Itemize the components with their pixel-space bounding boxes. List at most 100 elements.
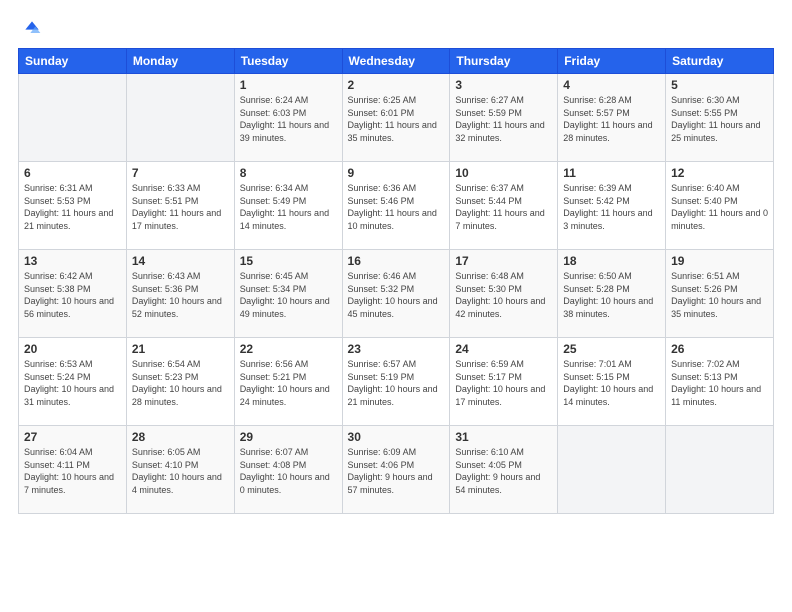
- day-info: Sunrise: 6:34 AM Sunset: 5:49 PM Dayligh…: [240, 182, 337, 232]
- calendar-cell: 30 Sunrise: 6:09 AM Sunset: 4:06 PM Dayli…: [342, 426, 450, 514]
- day-number: 30: [348, 430, 445, 444]
- calendar-cell: 16 Sunrise: 6:46 AM Sunset: 5:32 PM Dayli…: [342, 250, 450, 338]
- day-info: Sunrise: 6:46 AM Sunset: 5:32 PM Dayligh…: [348, 270, 445, 320]
- day-number: 22: [240, 342, 337, 356]
- calendar-header-row: SundayMondayTuesdayWednesdayThursdayFrid…: [19, 49, 774, 74]
- calendar-cell: 19 Sunrise: 6:51 AM Sunset: 5:26 PM Dayli…: [666, 250, 774, 338]
- day-number: 1: [240, 78, 337, 92]
- calendar-cell: 22Sunrise: 6:56 AM Sunset: 5:21 PM Dayli…: [234, 338, 342, 426]
- page: SundayMondayTuesdayWednesdayThursdayFrid…: [0, 0, 792, 612]
- calendar-cell: 11Sunrise: 6:39 AM Sunset: 5:42 PM Dayli…: [558, 162, 666, 250]
- day-number: 28: [132, 430, 229, 444]
- calendar-cell: 7 Sunrise: 6:33 AM Sunset: 5:51 PM Daylig…: [126, 162, 234, 250]
- day-number: 24: [455, 342, 552, 356]
- day-info: Sunrise: 6:59 AM Sunset: 5:17 PM Dayligh…: [455, 358, 552, 408]
- day-info: Sunrise: 6:07 AM Sunset: 4:08 PM Dayligh…: [240, 446, 337, 496]
- calendar-day-header: Saturday: [666, 49, 774, 74]
- calendar-week-row: 27 Sunrise: 6:04 AM Sunset: 4:11 PM Dayli…: [19, 426, 774, 514]
- calendar-day-header: Monday: [126, 49, 234, 74]
- day-info: Sunrise: 6:04 AM Sunset: 4:11 PM Dayligh…: [24, 446, 121, 496]
- calendar-cell: 1 Sunrise: 6:24 AM Sunset: 6:03 PM Daylig…: [234, 74, 342, 162]
- calendar-cell: [666, 426, 774, 514]
- calendar-cell: 10Sunrise: 6:37 AM Sunset: 5:44 PM Dayli…: [450, 162, 558, 250]
- day-info: Sunrise: 6:36 AM Sunset: 5:46 PM Dayligh…: [348, 182, 445, 232]
- day-number: 10: [455, 166, 552, 180]
- calendar-cell: 23 Sunrise: 6:57 AM Sunset: 5:19 PM Dayli…: [342, 338, 450, 426]
- day-info: Sunrise: 6:09 AM Sunset: 4:06 PM Dayligh…: [348, 446, 445, 496]
- day-info: Sunrise: 6:30 AM Sunset: 5:55 PM Dayligh…: [671, 94, 768, 144]
- calendar-day-header: Friday: [558, 49, 666, 74]
- day-info: Sunrise: 6:05 AM Sunset: 4:10 PM Dayligh…: [132, 446, 229, 496]
- day-number: 9: [348, 166, 445, 180]
- calendar-week-row: 13 Sunrise: 6:42 AM Sunset: 5:38 PM Dayli…: [19, 250, 774, 338]
- logo: [18, 18, 42, 38]
- day-info: Sunrise: 6:25 AM Sunset: 6:01 PM Dayligh…: [348, 94, 445, 144]
- calendar-cell: 5 Sunrise: 6:30 AM Sunset: 5:55 PM Daylig…: [666, 74, 774, 162]
- day-number: 14: [132, 254, 229, 268]
- day-number: 18: [563, 254, 660, 268]
- day-info: Sunrise: 6:42 AM Sunset: 5:38 PM Dayligh…: [24, 270, 121, 320]
- day-number: 23: [348, 342, 445, 356]
- calendar-cell: 28 Sunrise: 6:05 AM Sunset: 4:10 PM Dayli…: [126, 426, 234, 514]
- day-number: 4: [563, 78, 660, 92]
- calendar-cell: 14 Sunrise: 6:43 AM Sunset: 5:36 PM Dayli…: [126, 250, 234, 338]
- calendar-cell: 8 Sunrise: 6:34 AM Sunset: 5:49 PM Daylig…: [234, 162, 342, 250]
- day-number: 13: [24, 254, 121, 268]
- day-number: 17: [455, 254, 552, 268]
- day-number: 8: [240, 166, 337, 180]
- calendar-day-header: Thursday: [450, 49, 558, 74]
- day-number: 16: [348, 254, 445, 268]
- calendar-cell: 25 Sunrise: 7:01 AM Sunset: 5:15 PM Dayli…: [558, 338, 666, 426]
- calendar-cell: 21 Sunrise: 6:54 AM Sunset: 5:23 PM Dayli…: [126, 338, 234, 426]
- day-info: Sunrise: 6:28 AM Sunset: 5:57 PM Dayligh…: [563, 94, 660, 144]
- day-number: 5: [671, 78, 768, 92]
- day-number: 20: [24, 342, 121, 356]
- day-info: Sunrise: 6:10 AM Sunset: 4:05 PM Dayligh…: [455, 446, 552, 496]
- calendar-cell: [126, 74, 234, 162]
- day-info: Sunrise: 6:43 AM Sunset: 5:36 PM Dayligh…: [132, 270, 229, 320]
- calendar-cell: 29Sunrise: 6:07 AM Sunset: 4:08 PM Dayli…: [234, 426, 342, 514]
- calendar: SundayMondayTuesdayWednesdayThursdayFrid…: [18, 48, 774, 514]
- day-info: Sunrise: 6:39 AM Sunset: 5:42 PM Dayligh…: [563, 182, 660, 232]
- day-info: Sunrise: 7:02 AM Sunset: 5:13 PM Dayligh…: [671, 358, 768, 408]
- day-info: Sunrise: 6:40 AM Sunset: 5:40 PM Dayligh…: [671, 182, 768, 232]
- calendar-cell: 26Sunrise: 7:02 AM Sunset: 5:13 PM Dayli…: [666, 338, 774, 426]
- day-number: 19: [671, 254, 768, 268]
- calendar-week-row: 6Sunrise: 6:31 AM Sunset: 5:53 PM Daylig…: [19, 162, 774, 250]
- day-number: 2: [348, 78, 445, 92]
- calendar-day-header: Wednesday: [342, 49, 450, 74]
- day-number: 15: [240, 254, 337, 268]
- calendar-cell: 2 Sunrise: 6:25 AM Sunset: 6:01 PM Daylig…: [342, 74, 450, 162]
- logo-icon: [22, 18, 42, 38]
- calendar-cell: 12Sunrise: 6:40 AM Sunset: 5:40 PM Dayli…: [666, 162, 774, 250]
- day-number: 31: [455, 430, 552, 444]
- calendar-cell: 24 Sunrise: 6:59 AM Sunset: 5:17 PM Dayli…: [450, 338, 558, 426]
- day-info: Sunrise: 6:57 AM Sunset: 5:19 PM Dayligh…: [348, 358, 445, 408]
- day-info: Sunrise: 6:31 AM Sunset: 5:53 PM Dayligh…: [24, 182, 121, 232]
- calendar-week-row: 1 Sunrise: 6:24 AM Sunset: 6:03 PM Daylig…: [19, 74, 774, 162]
- calendar-cell: [19, 74, 127, 162]
- calendar-cell: 15 Sunrise: 6:45 AM Sunset: 5:34 PM Dayli…: [234, 250, 342, 338]
- calendar-cell: 13 Sunrise: 6:42 AM Sunset: 5:38 PM Dayli…: [19, 250, 127, 338]
- day-number: 27: [24, 430, 121, 444]
- day-info: Sunrise: 6:53 AM Sunset: 5:24 PM Dayligh…: [24, 358, 121, 408]
- calendar-week-row: 20 Sunrise: 6:53 AM Sunset: 5:24 PM Dayli…: [19, 338, 774, 426]
- day-info: Sunrise: 6:51 AM Sunset: 5:26 PM Dayligh…: [671, 270, 768, 320]
- day-info: Sunrise: 6:45 AM Sunset: 5:34 PM Dayligh…: [240, 270, 337, 320]
- day-info: Sunrise: 7:01 AM Sunset: 5:15 PM Dayligh…: [563, 358, 660, 408]
- day-info: Sunrise: 6:33 AM Sunset: 5:51 PM Dayligh…: [132, 182, 229, 232]
- calendar-cell: 3Sunrise: 6:27 AM Sunset: 5:59 PM Daylig…: [450, 74, 558, 162]
- header: [18, 18, 774, 38]
- calendar-cell: 18Sunrise: 6:50 AM Sunset: 5:28 PM Dayli…: [558, 250, 666, 338]
- day-info: Sunrise: 6:54 AM Sunset: 5:23 PM Dayligh…: [132, 358, 229, 408]
- calendar-cell: 9 Sunrise: 6:36 AM Sunset: 5:46 PM Daylig…: [342, 162, 450, 250]
- calendar-cell: 27 Sunrise: 6:04 AM Sunset: 4:11 PM Dayli…: [19, 426, 127, 514]
- day-number: 25: [563, 342, 660, 356]
- calendar-cell: 6Sunrise: 6:31 AM Sunset: 5:53 PM Daylig…: [19, 162, 127, 250]
- calendar-day-header: Tuesday: [234, 49, 342, 74]
- calendar-cell: 20 Sunrise: 6:53 AM Sunset: 5:24 PM Dayli…: [19, 338, 127, 426]
- day-number: 7: [132, 166, 229, 180]
- day-info: Sunrise: 6:24 AM Sunset: 6:03 PM Dayligh…: [240, 94, 337, 144]
- day-number: 21: [132, 342, 229, 356]
- calendar-day-header: Sunday: [19, 49, 127, 74]
